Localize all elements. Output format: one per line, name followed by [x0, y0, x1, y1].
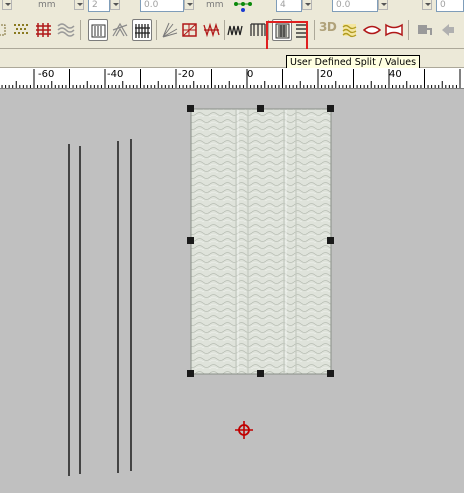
ruler-label: -60 — [38, 69, 55, 80]
spin-down-button[interactable] — [74, 0, 84, 10]
parallel-lines-icon — [135, 24, 150, 38]
unit-label: mm — [38, 0, 56, 10]
spin-down-button[interactable] — [184, 0, 194, 10]
zigzag-fill-icon — [203, 22, 220, 38]
toolbar-separator — [156, 20, 157, 40]
wave-effect-icon — [342, 24, 357, 38]
move-arrows-icon[interactable] — [232, 0, 254, 12]
design-canvas[interactable] — [0, 89, 464, 493]
horizontal-ruler: -60 -40 -20 0 20 40 — [0, 68, 464, 89]
tool-button-zigzag[interactable] — [202, 19, 222, 41]
tool-button-disabled[interactable] — [438, 19, 458, 41]
ruler-label: 0 — [247, 69, 254, 80]
value-field[interactable]: 0.0 — [332, 0, 378, 12]
radial-fill-icon — [162, 22, 178, 38]
arrow-icon — [442, 24, 454, 36]
toolbar-separator — [224, 20, 225, 40]
satin-split-icon — [91, 24, 106, 38]
cross-hatch-fill-icon — [36, 23, 51, 37]
tool-button-envelope[interactable] — [362, 19, 382, 41]
tool-button-wave-effect[interactable] — [340, 19, 360, 41]
toolbar-separator — [408, 20, 409, 40]
columns-fill-icon — [250, 23, 266, 36]
envelope-icon — [363, 25, 381, 35]
ruler-label: -20 — [178, 69, 195, 80]
fill-object[interactable] — [190, 108, 332, 375]
resize-handle[interactable] — [187, 105, 194, 112]
spin-down-button[interactable] — [422, 0, 432, 10]
toolbar-separator — [80, 20, 81, 40]
ruler-label: -40 — [107, 69, 124, 80]
tool-button-motif[interactable] — [110, 19, 130, 41]
spin-down-button[interactable] — [110, 0, 120, 10]
motif-fill-icon — [112, 22, 128, 37]
offset-field[interactable]: 0.0 — [140, 0, 184, 12]
tool-button-columns[interactable] — [248, 19, 268, 41]
tool-button-cross-hatch[interactable] — [34, 19, 54, 41]
wave-fill-icon — [57, 23, 75, 37]
3d-icon[interactable]: 3D — [319, 20, 337, 34]
stitch-type-toolbar: 3D — [0, 14, 464, 71]
pattern-fill-icon — [227, 25, 243, 36]
value-field[interactable]: 0 — [436, 0, 464, 12]
envelope-alt-icon — [385, 23, 403, 37]
tool-button-radial[interactable] — [160, 19, 180, 41]
tool-button-disabled[interactable] — [414, 19, 434, 41]
tool-button-parallel-lines[interactable] — [132, 19, 152, 41]
reshape-icon — [418, 25, 432, 35]
split-count-field[interactable]: 2 — [88, 0, 110, 12]
spin-down-button[interactable] — [378, 0, 388, 10]
resize-handle[interactable] — [187, 370, 194, 377]
tool-button-tatami[interactable] — [12, 19, 32, 41]
resize-handle[interactable] — [327, 105, 334, 112]
resize-handle[interactable] — [257, 370, 264, 377]
resize-handle[interactable] — [257, 105, 264, 112]
tool-button-pattern[interactable] — [226, 19, 246, 41]
tool-button-satin-split[interactable] — [88, 19, 108, 41]
toolbar-separator — [314, 20, 315, 40]
unit-label: mm — [206, 0, 224, 10]
stitch-fill-rect[interactable] — [190, 108, 332, 375]
ruler-label: 40 — [389, 69, 402, 80]
tool-button-grid[interactable] — [180, 19, 200, 41]
grid-fill-icon — [182, 23, 197, 37]
running-stitch-lines[interactable] — [68, 139, 132, 476]
spin-down-button[interactable] — [2, 0, 12, 10]
resize-handle[interactable] — [327, 237, 334, 244]
value-field[interactable]: 4 — [276, 0, 302, 12]
origin-cross-icon[interactable] — [235, 421, 253, 439]
property-fields-row: mm 2 0.0 mm 4 0.0 0 — [0, 0, 464, 14]
resize-handle[interactable] — [327, 370, 334, 377]
tool-button-wave[interactable] — [56, 19, 76, 41]
spin-down-button[interactable] — [302, 0, 312, 10]
tatami-fill-icon — [14, 24, 28, 34]
resize-handle[interactable] — [187, 237, 194, 244]
ruler-label: 20 — [320, 69, 333, 80]
tool-button-envelope-alt[interactable] — [384, 19, 404, 41]
